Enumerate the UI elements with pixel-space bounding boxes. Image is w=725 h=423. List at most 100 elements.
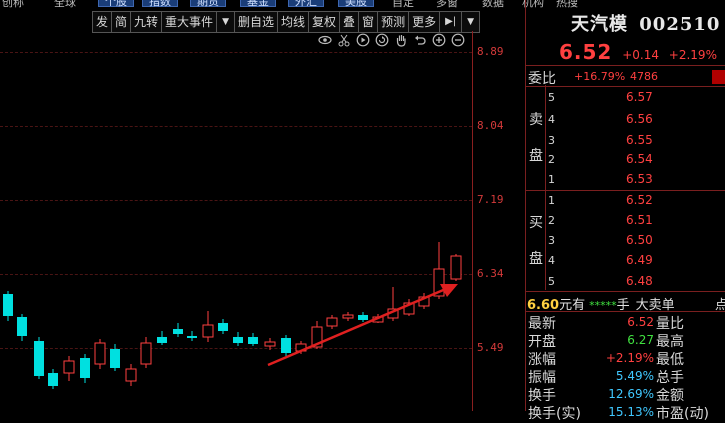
weibi-diff: 4786 bbox=[630, 70, 658, 83]
menu-item[interactable]: 期货 bbox=[190, 0, 226, 8]
candle-body[interactable] bbox=[63, 360, 75, 374]
toolbar-overlay-button[interactable]: 叠 bbox=[340, 12, 360, 32]
stat-label-right: 总手 bbox=[656, 370, 684, 386]
toolbar-simple-button[interactable]: 简 bbox=[112, 12, 132, 32]
toolbar-ma-button[interactable]: 均线 bbox=[278, 12, 310, 32]
candle-body[interactable] bbox=[125, 368, 137, 382]
weibi-indicator bbox=[712, 70, 725, 84]
candle-body[interactable] bbox=[358, 315, 368, 320]
chart-toolbar: 发 简 九转 重大事件 ▼ 删自选 均线 复权 叠 窗 预测 更多 ▶| ▼ bbox=[92, 11, 481, 33]
candle-body[interactable] bbox=[48, 373, 58, 386]
candle-body[interactable] bbox=[202, 324, 214, 338]
candle-body[interactable] bbox=[157, 337, 167, 343]
stat-value: 12.69% bbox=[608, 387, 654, 401]
stat-label-right: 市盈(动) bbox=[656, 406, 709, 422]
menu-item[interactable]: 多窗 bbox=[436, 0, 458, 8]
menu-item[interactable]: 自定 bbox=[392, 0, 414, 8]
menu-item[interactable]: 热搜 bbox=[556, 0, 578, 8]
stat-label-right: 量比 bbox=[656, 316, 684, 332]
toolbar-adjust-button[interactable]: 复权 bbox=[309, 12, 341, 32]
candle-body[interactable] bbox=[173, 329, 183, 334]
price-change: +0.14 bbox=[622, 48, 659, 62]
stock-name: 天汽模 bbox=[571, 14, 628, 35]
toolbar-skip-end-icon[interactable]: ▶| bbox=[440, 12, 463, 32]
menu-item[interactable]: 个股 bbox=[98, 0, 134, 8]
sell-level: 5 bbox=[548, 91, 555, 104]
stat-value: 5.49% bbox=[615, 369, 654, 383]
candle-body[interactable] bbox=[326, 317, 338, 327]
candle-body[interactable] bbox=[264, 341, 276, 347]
sell-level: 1 bbox=[548, 173, 555, 186]
toolbar-fa-button[interactable]: 发 bbox=[93, 12, 113, 32]
candle-body[interactable] bbox=[3, 294, 13, 316]
price-tick-label: 8.04 bbox=[477, 119, 504, 132]
buy-price[interactable]: 6.48 bbox=[626, 274, 653, 288]
top-menu: 创称 全球 个股 指数 期货 基金 外汇 美股 自定 多窗 数据 机构 热搜 bbox=[0, 0, 725, 8]
sell-price[interactable]: 6.57 bbox=[626, 90, 653, 104]
stat-label-right: 最高 bbox=[656, 334, 684, 350]
candle-body[interactable] bbox=[34, 341, 44, 376]
menu-item[interactable]: 全球 bbox=[54, 0, 76, 8]
major-events-dropdown-icon[interactable]: ▼ bbox=[217, 12, 235, 32]
price-change-percent: +2.19% bbox=[668, 48, 717, 62]
toolbar-major-events-button[interactable]: 重大事件 bbox=[162, 12, 218, 32]
buy-label: 盘 bbox=[529, 251, 543, 267]
weibi-label: 委比 bbox=[528, 71, 556, 87]
sell-price[interactable]: 6.54 bbox=[626, 152, 653, 166]
candle-body[interactable] bbox=[17, 317, 27, 336]
buy-level: 1 bbox=[548, 194, 555, 207]
buy-level: 5 bbox=[548, 275, 555, 288]
toolbar-remove-watchlist-button[interactable]: 删自选 bbox=[235, 12, 278, 32]
menu-item[interactable]: 数据 bbox=[482, 0, 504, 8]
candle-body[interactable] bbox=[187, 336, 197, 338]
kline-chart[interactable] bbox=[0, 31, 472, 411]
menu-item[interactable]: 基金 bbox=[240, 0, 276, 8]
price-tick-label: 8.89 bbox=[477, 45, 504, 58]
buy-price[interactable]: 6.52 bbox=[626, 193, 653, 207]
candle-body[interactable] bbox=[94, 342, 106, 365]
menu-item[interactable]: 美股 bbox=[338, 0, 374, 8]
candle-body[interactable] bbox=[248, 337, 258, 344]
price-tick-label: 7.19 bbox=[477, 193, 504, 206]
buy-label: 买 bbox=[529, 215, 543, 231]
buy-price[interactable]: 6.50 bbox=[626, 233, 653, 247]
stat-value: +2.19% bbox=[605, 351, 654, 365]
panel-separator bbox=[525, 0, 526, 411]
sell-level: 4 bbox=[548, 113, 555, 126]
toolbar-more-button[interactable]: 更多 bbox=[409, 12, 441, 32]
menu-item[interactable]: 外汇 bbox=[288, 0, 324, 8]
sell-label: 卖 bbox=[529, 112, 543, 128]
stock-title: 天汽模 002510 bbox=[571, 10, 720, 36]
buy-price[interactable]: 6.51 bbox=[626, 213, 653, 227]
toolbar-window-button[interactable]: 窗 bbox=[359, 12, 379, 32]
buy-level: 4 bbox=[548, 254, 555, 267]
sell-price[interactable]: 6.55 bbox=[626, 133, 653, 147]
menu-item[interactable]: 创称 bbox=[2, 0, 24, 8]
toolbar-nine-turn-button[interactable]: 九转 bbox=[131, 12, 163, 32]
stat-label-right: 金额 bbox=[656, 388, 684, 404]
buy-level: 3 bbox=[548, 234, 555, 247]
candle-body[interactable] bbox=[450, 255, 462, 280]
toolbar-forecast-button[interactable]: 预测 bbox=[378, 12, 410, 32]
candle-body[interactable] bbox=[342, 314, 354, 319]
buy-price[interactable]: 6.49 bbox=[626, 253, 653, 267]
stock-code: 002510 bbox=[639, 14, 721, 35]
stat-value: 15.13% bbox=[608, 405, 654, 419]
price-row: 6.52 +0.14 +2.19% bbox=[559, 40, 717, 64]
candle-body[interactable] bbox=[233, 337, 243, 343]
stat-value: 6.52 bbox=[627, 315, 654, 329]
sell-level: 3 bbox=[548, 134, 555, 147]
divider bbox=[526, 291, 725, 292]
toolbar-more-dropdown-icon[interactable]: ▼ bbox=[462, 12, 479, 32]
candle-body[interactable] bbox=[281, 338, 291, 353]
price-tick-label: 5.49 bbox=[477, 341, 504, 354]
candle-body[interactable] bbox=[218, 323, 228, 331]
menu-item[interactable]: 指数 bbox=[142, 0, 178, 8]
candle-body[interactable] bbox=[110, 349, 120, 368]
candle-body[interactable] bbox=[80, 358, 90, 378]
sell-price[interactable]: 6.56 bbox=[626, 112, 653, 126]
candle-body[interactable] bbox=[140, 342, 152, 365]
divider bbox=[526, 311, 725, 312]
sell-level: 2 bbox=[548, 153, 555, 166]
sell-price[interactable]: 6.53 bbox=[626, 172, 653, 186]
